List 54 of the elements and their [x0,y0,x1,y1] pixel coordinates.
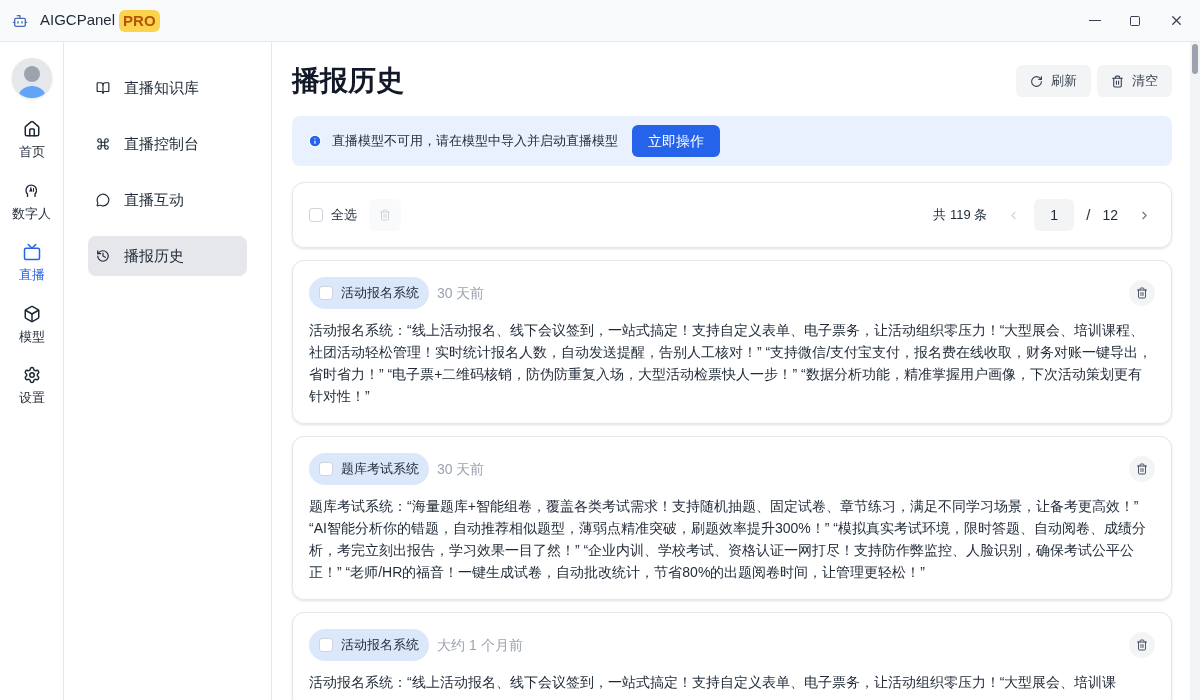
pro-label: PRO [119,9,160,32]
record-text: 活动报名系统：“线上活动报名、线下会议签到，一站式搞定！支持自定义表单、电子票务，让活动组织零压力！“大型展会、培训课 [309,673,1118,692]
nav-item[interactable]: 直播 [3,241,60,287]
page-title: 播报历史 [292,64,404,98]
nav-item[interactable]: 设置 [3,364,60,410]
refresh-icon [1030,74,1043,88]
record-time: 30 天前 [437,283,485,303]
maximize-icon [1129,14,1141,27]
trash-icon [379,209,391,221]
record-text: 活动报名系统：“线上活动报名、线下会议签到，一站式搞定！支持自定义表单、电子票务，让活动组织零压力！“大型展会、培训课程、社团活动轻松管理！实时统计报名人数，自动发送提醒，告别人工核对！” “支持微信/支付宝支付，报名费在线收取，财务对账一键导出，省时省力！” “电子票+二维码核销，防伪防重复入场，大型活动检票快人一步！” “数据分析功能，精准掌握用户画像，下次活动策划更有针对性！” [309,321,1154,406]
select-all-checkbox[interactable] [309,208,323,222]
nav-item[interactable]: 首页 [3,118,60,164]
action-button[interactable]: 立即操作 [632,125,720,157]
toolbar-button[interactable]: 刷新 [1016,65,1091,97]
submenu-item[interactable]: 直播互动 [88,180,247,220]
nav-item[interactable]: 模型 [3,302,60,348]
command-icon [96,137,110,151]
delete-button[interactable] [1129,280,1155,306]
alert-message: 直播模型不可用，请在模型中导入并启动直播模型 [332,132,618,151]
page-separator: / [1086,204,1091,225]
delete-button[interactable] [1129,456,1155,482]
select-all-label[interactable]: 全选 [331,205,357,225]
trash-icon [1136,639,1148,651]
record-text: 题库考试系统：“海量题库+智能组卷，覆盖各类考试需求！支持随机抽题、固定试卷、章节练习，满足不同学习场景，让备考更高效！” “AI智能分析你的错题，自动推荐相似题型，薄弱点精准突破，刷题效率提升300%！” “模拟真实考试环境，限时答题、自动阅卷、成绩分析，考完立刻出报告，学习效果一目了然！” “企业内训、学校考试、资格认证一网打尽！支持防作弊监控、人脸识别，确保考试公平公正！” “老师/HR的福音！一键生成试卷，自动批改统计，节省80%的出题阅卷时间，让管理更轻松！” [309,497,1147,582]
history-icon [96,249,110,263]
tv-icon [22,243,41,261]
page-number-field[interactable]: 1 [1034,199,1075,231]
book-icon [96,81,110,95]
trash-icon [1136,287,1148,299]
info-icon [308,134,322,148]
submenu-item[interactable]: 直播控制台 [88,124,247,164]
toolbar-button[interactable]: 清空 [1097,65,1172,97]
submenu-item[interactable]: 直播知识库 [88,68,247,108]
chat-icon [96,193,110,207]
window-title: AIGCPanel [40,10,116,31]
record-time: 30 天前 [437,459,485,479]
record-checkbox[interactable] [319,462,333,476]
settings-icon [22,366,41,384]
nav-item[interactable]: 数字人 [3,179,60,225]
page-count: 12 [1102,205,1118,225]
trash-icon [1136,463,1148,475]
cube-icon [22,304,41,323]
avatar[interactable] [11,58,52,98]
delete-button[interactable] [1129,632,1155,658]
home-icon [22,120,41,138]
total-count: 共 119 条 [933,206,988,225]
minimize-icon [1089,19,1101,22]
app-logo-icon [12,12,28,29]
record-checkbox[interactable] [319,286,333,300]
trash-icon [1111,74,1124,88]
close-icon [1169,13,1184,28]
record-checkbox[interactable] [319,638,333,652]
submenu-item[interactable]: 播报历史 [88,236,247,276]
record-time: 大约 1 个月前 [437,635,523,655]
